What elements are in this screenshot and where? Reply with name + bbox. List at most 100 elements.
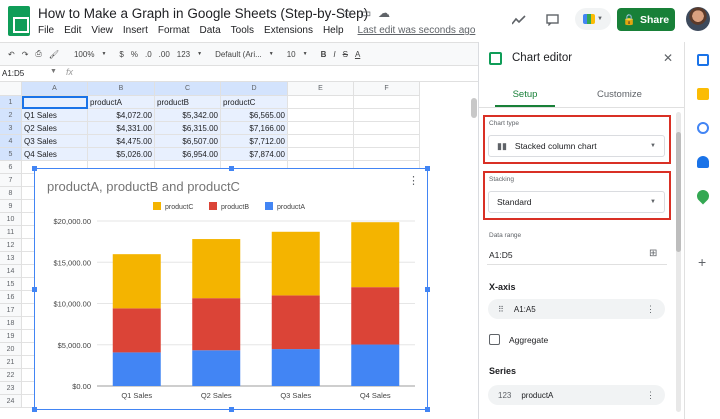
bold-button[interactable]: B bbox=[321, 50, 327, 59]
row-header-4[interactable]: 4 bbox=[0, 135, 22, 148]
row-header-8[interactable]: 8 bbox=[0, 187, 22, 200]
menu-insert[interactable]: Insert bbox=[123, 25, 148, 36]
grid-cell[interactable] bbox=[288, 135, 354, 148]
resize-handle[interactable] bbox=[229, 166, 234, 171]
grid-cell[interactable] bbox=[354, 96, 420, 109]
name-box[interactable]: A1:D5 bbox=[2, 69, 24, 78]
drag-handle-icon[interactable]: ⠿ bbox=[498, 305, 504, 314]
aggregate-checkbox[interactable] bbox=[489, 334, 500, 345]
grid-cell[interactable] bbox=[288, 109, 354, 122]
row-header-20[interactable]: 20 bbox=[0, 343, 22, 356]
row-header-2[interactable]: 2 bbox=[0, 109, 22, 122]
row-header-6[interactable]: 6 bbox=[0, 161, 22, 174]
resize-handle[interactable] bbox=[229, 407, 234, 412]
grid-cell[interactable]: $4,331.00 bbox=[88, 122, 155, 135]
chart-type-select[interactable]: ▮▮ Stacked column chart ▼ bbox=[488, 135, 665, 157]
menu-tools[interactable]: Tools bbox=[231, 25, 254, 36]
menu-help[interactable]: Help bbox=[323, 25, 344, 36]
grid-cell[interactable] bbox=[288, 96, 354, 109]
move-folder-icon[interactable]: ▭ bbox=[360, 6, 371, 20]
menu-file[interactable]: File bbox=[38, 25, 54, 36]
row-header-23[interactable]: 23 bbox=[0, 382, 22, 395]
panel-scrollbar-thumb[interactable] bbox=[676, 132, 681, 252]
grid-select-icon[interactable]: ⊞ bbox=[649, 248, 657, 259]
document-title[interactable]: How to Make a Graph in Google Sheets (St… bbox=[38, 6, 368, 21]
decrease-decimal-button[interactable]: .0 bbox=[145, 50, 152, 59]
resize-handle[interactable] bbox=[425, 407, 430, 412]
grid-cell[interactable]: $5,342.00 bbox=[155, 109, 221, 122]
keep-icon[interactable] bbox=[697, 88, 709, 100]
grid-cell[interactable]: $6,507.00 bbox=[155, 135, 221, 148]
column-header-e[interactable]: E bbox=[288, 82, 354, 96]
row-header-5[interactable]: 5 bbox=[0, 148, 22, 161]
grid-cell[interactable] bbox=[288, 148, 354, 161]
text-color-button[interactable]: A bbox=[355, 50, 360, 59]
last-edit-link[interactable]: Last edit was seconds ago bbox=[358, 25, 476, 36]
calendar-icon[interactable] bbox=[697, 54, 709, 66]
share-button[interactable]: 🔒 Share bbox=[617, 8, 675, 31]
font-select[interactable]: Default (Ari... bbox=[215, 50, 262, 59]
print-icon[interactable]: ⎙ bbox=[35, 49, 41, 59]
stacking-select[interactable]: Standard ▼ bbox=[488, 191, 665, 213]
grid-cell[interactable]: $7,166.00 bbox=[221, 122, 288, 135]
menu-view[interactable]: View bbox=[91, 25, 113, 36]
row-header-9[interactable]: 9 bbox=[0, 200, 22, 213]
resize-handle[interactable] bbox=[425, 166, 430, 171]
row-header-19[interactable]: 19 bbox=[0, 330, 22, 343]
strikethrough-button[interactable]: S bbox=[343, 50, 348, 59]
row-header-10[interactable]: 10 bbox=[0, 213, 22, 226]
grid-cell[interactable] bbox=[354, 135, 420, 148]
grid-cell[interactable]: $7,712.00 bbox=[221, 135, 288, 148]
paint-format-icon[interactable]: 🖌 bbox=[49, 50, 59, 59]
row-header-3[interactable]: 3 bbox=[0, 122, 22, 135]
row-header-17[interactable]: 17 bbox=[0, 304, 22, 317]
resize-handle[interactable] bbox=[32, 287, 37, 292]
row-header-7[interactable]: 7 bbox=[0, 174, 22, 187]
meet-button[interactable]: ▼ bbox=[575, 8, 611, 30]
grid-cell[interactable]: Q4 Sales bbox=[22, 148, 88, 161]
avatar[interactable] bbox=[686, 7, 710, 31]
row-header-21[interactable]: 21 bbox=[0, 356, 22, 369]
resize-handle[interactable] bbox=[32, 166, 37, 171]
menu-data[interactable]: Data bbox=[200, 25, 221, 36]
grid-cell[interactable]: $6,565.00 bbox=[221, 109, 288, 122]
increase-decimal-button[interactable]: .00 bbox=[159, 50, 170, 59]
italic-button[interactable]: I bbox=[333, 50, 335, 59]
chart-object[interactable]: $0.00 $5,000.00 $10,000.00 $15,000.00 $20,00… bbox=[32, 166, 430, 412]
resize-handle[interactable] bbox=[425, 287, 430, 292]
grid-cell[interactable]: $5,026.00 bbox=[88, 148, 155, 161]
menu-edit[interactable]: Edit bbox=[64, 25, 81, 36]
column-header-c[interactable]: C bbox=[155, 82, 221, 96]
grid-cell[interactable]: $4,475.00 bbox=[88, 135, 155, 148]
row-header-13[interactable]: 13 bbox=[0, 252, 22, 265]
grid-cell[interactable]: $6,315.00 bbox=[155, 122, 221, 135]
menu-format[interactable]: Format bbox=[158, 25, 190, 36]
close-icon[interactable]: ✕ bbox=[663, 51, 673, 65]
row-header-14[interactable]: 14 bbox=[0, 265, 22, 278]
column-header-d[interactable]: D bbox=[221, 82, 288, 96]
grid-cell[interactable]: $6,954.00 bbox=[155, 148, 221, 161]
tasks-icon[interactable] bbox=[697, 122, 709, 134]
row-header-12[interactable]: 12 bbox=[0, 239, 22, 252]
row-header-22[interactable]: 22 bbox=[0, 369, 22, 382]
resize-handle[interactable] bbox=[32, 407, 37, 412]
row-header-11[interactable]: 11 bbox=[0, 226, 22, 239]
grid-cell[interactable]: productB bbox=[155, 96, 221, 109]
more-formats-select[interactable]: 123 bbox=[177, 50, 190, 59]
grid-cell[interactable] bbox=[354, 109, 420, 122]
zoom-select[interactable]: 100% bbox=[74, 50, 94, 59]
maps-icon[interactable] bbox=[694, 187, 712, 205]
grid-cell[interactable]: $7,874.00 bbox=[221, 148, 288, 161]
menu-extensions[interactable]: Extensions bbox=[264, 25, 313, 36]
vertical-scrollbar[interactable] bbox=[471, 98, 477, 118]
grid-cell[interactable] bbox=[22, 96, 88, 109]
star-icon[interactable]: ☆ bbox=[342, 6, 353, 20]
grid-cell[interactable] bbox=[354, 122, 420, 135]
cloud-status-icon[interactable]: ☁ bbox=[378, 6, 390, 20]
column-header-a[interactable]: A bbox=[22, 82, 88, 96]
grid-cell[interactable] bbox=[354, 148, 420, 161]
font-size-select[interactable]: 10 bbox=[287, 50, 296, 59]
series-chip[interactable]: 123 productA ⋮ bbox=[488, 385, 665, 405]
add-icon[interactable]: + bbox=[698, 254, 706, 270]
grid-cell[interactable]: Q3 Sales bbox=[22, 135, 88, 148]
